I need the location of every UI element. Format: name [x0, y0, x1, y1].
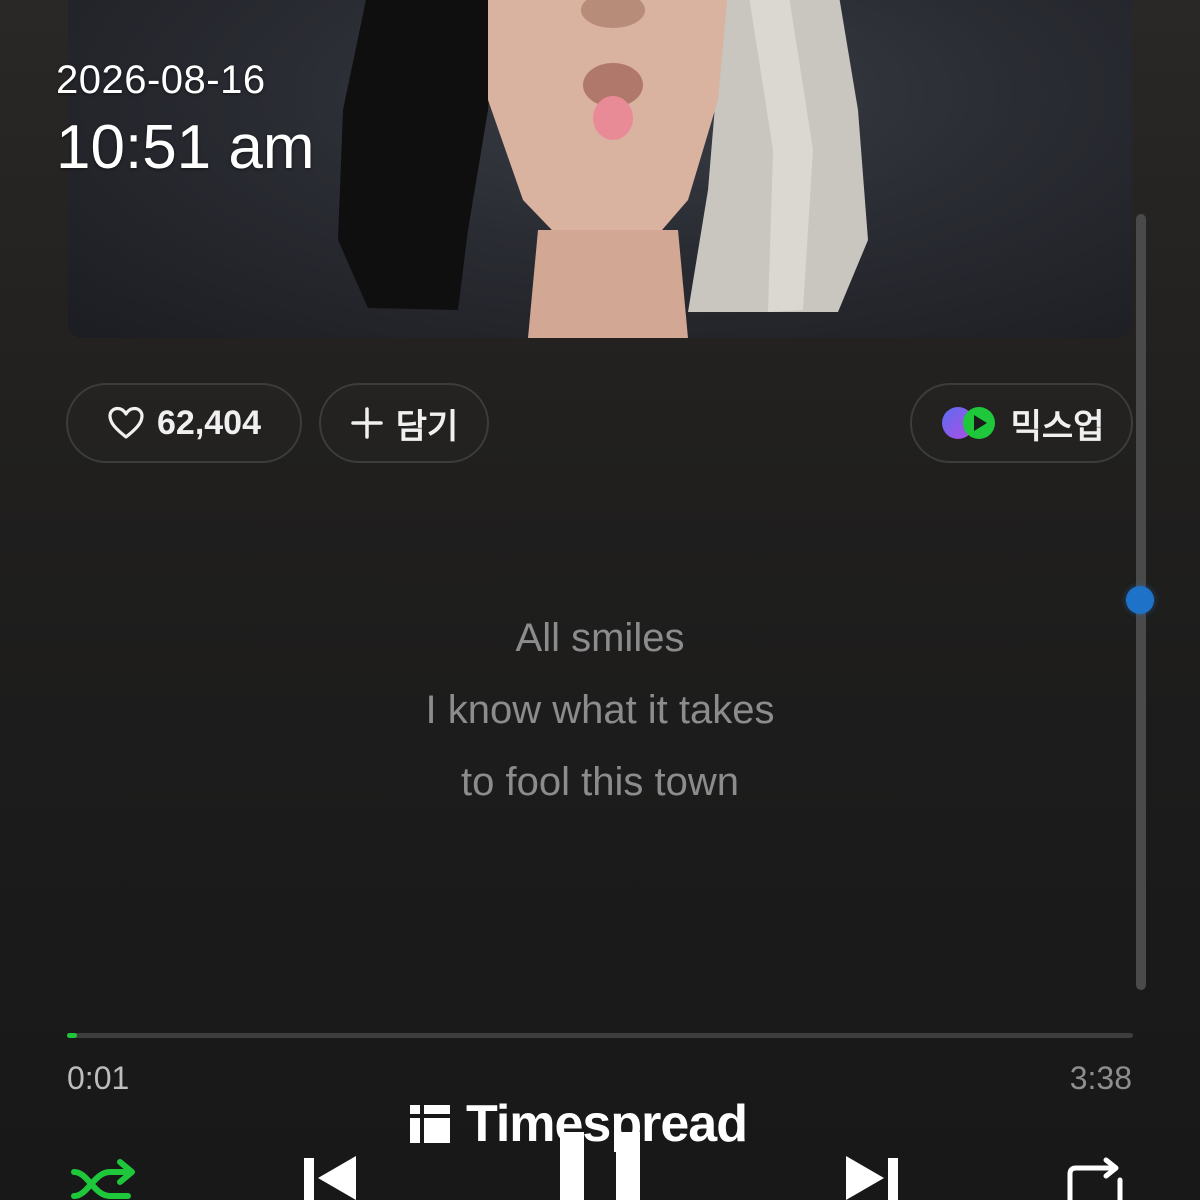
- progress-fill: [67, 1033, 77, 1038]
- like-count: 62,404: [157, 403, 261, 442]
- date-stamp: 2026-08-16: [56, 58, 266, 102]
- repeat-icon[interactable]: [1062, 1156, 1128, 1200]
- shuffle-icon[interactable]: [70, 1150, 140, 1200]
- like-button[interactable]: 62,404: [66, 383, 302, 463]
- watermark-text: Timespread: [466, 1095, 748, 1153]
- current-time: 0:01: [67, 1060, 130, 1096]
- previous-icon[interactable]: [300, 1150, 360, 1200]
- mixup-label: 믹스업: [1010, 407, 1105, 446]
- lyric-line: I know what it takes: [425, 688, 775, 732]
- timespread-logo-icon: [408, 1102, 452, 1146]
- time-stamp: 10:51 am: [56, 113, 315, 182]
- progress-bar[interactable]: [67, 1033, 1133, 1038]
- lyrics-scroll-thumb[interactable]: [1126, 586, 1154, 614]
- mixup-icon: [939, 404, 999, 442]
- watermark: Timespread: [408, 1094, 748, 1154]
- plus-icon: [350, 406, 384, 440]
- add-to-playlist-button[interactable]: 담기: [319, 383, 489, 463]
- player-screen: 2026-08-16 10:51 am 62,404 담기 믹스업 All sm…: [0, 0, 1200, 1200]
- next-icon[interactable]: [842, 1150, 902, 1200]
- heart-icon: [107, 406, 145, 440]
- lyrics-panel[interactable]: All smiles I know what it takes to fool …: [0, 610, 1200, 826]
- lyric-line: to fool this town: [461, 760, 739, 804]
- total-time: 3:38: [1069, 1060, 1132, 1096]
- mixup-button[interactable]: 믹스업: [910, 383, 1133, 463]
- add-label: 담기: [395, 407, 459, 446]
- lyric-line: All smiles: [515, 616, 685, 660]
